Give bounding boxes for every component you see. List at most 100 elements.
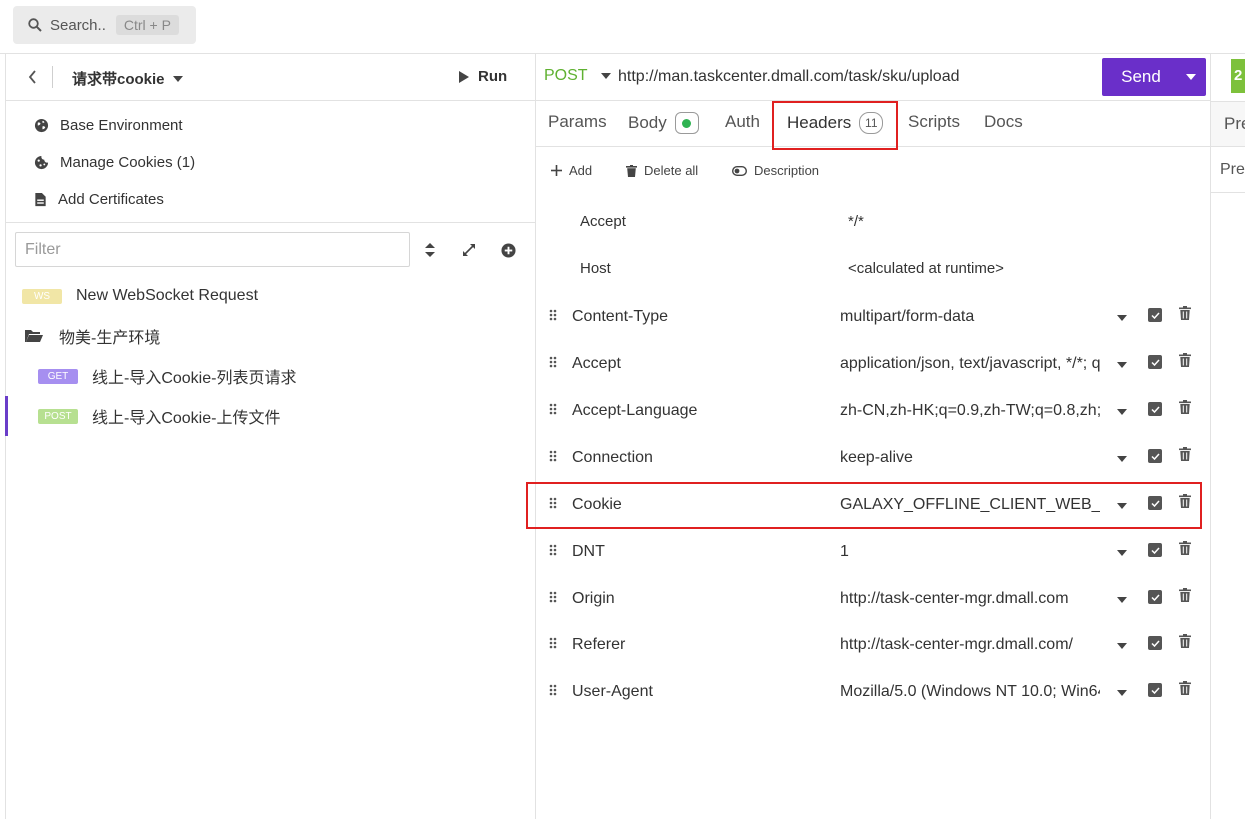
trash-icon[interactable] — [1179, 588, 1191, 602]
trash-icon[interactable] — [1179, 681, 1191, 695]
enable-checkbox[interactable] — [1148, 590, 1162, 604]
trash-icon[interactable] — [1179, 634, 1191, 648]
tab-params-label: Params — [548, 112, 607, 131]
get-request-item[interactable]: GET 线上-导入Cookie-列表页请求 — [6, 356, 535, 396]
active-indicator — [5, 396, 8, 436]
drag-handle-icon[interactable] — [549, 544, 557, 556]
header-value-input[interactable]: zh-CN,zh-HK;q=0.9,zh-TW;q=0.8,zh;q=0.7 — [840, 402, 1100, 420]
header-name-input[interactable]: Origin — [572, 590, 615, 608]
chevron-down-icon[interactable] — [1117, 597, 1127, 603]
global-search-button[interactable]: Search.. Ctrl + P — [13, 6, 196, 44]
description-toggle[interactable]: Description — [732, 163, 819, 178]
add-certificates-item[interactable]: Add Certificates — [34, 188, 164, 210]
search-label: Search.. — [50, 16, 106, 34]
header-value-input[interactable]: multipart/form-data — [840, 308, 1100, 326]
expand-icon[interactable] — [460, 241, 478, 259]
tab-auth[interactable]: Auth — [725, 112, 760, 132]
check-icon — [1150, 358, 1160, 366]
readonly-header-row: Host <calculated at runtime> — [536, 246, 1210, 293]
tab-scripts[interactable]: Scripts — [908, 112, 960, 132]
enable-checkbox[interactable] — [1148, 449, 1162, 463]
tab-preview[interactable]: Pre — [1211, 101, 1245, 147]
header-row: Accept-Language zh-CN,zh-HK;q=0.9,zh-TW;… — [536, 389, 1210, 436]
check-icon — [1150, 593, 1160, 601]
enable-checkbox[interactable] — [1148, 636, 1162, 650]
header-name-input[interactable]: Content-Type — [572, 308, 668, 326]
drag-handle-icon[interactable] — [549, 309, 557, 321]
header-name-input[interactable]: User-Agent — [572, 683, 653, 701]
chevron-down-icon[interactable] — [1117, 690, 1127, 696]
trash-icon[interactable] — [1179, 306, 1191, 320]
chevron-down-icon[interactable] — [1117, 456, 1127, 462]
enable-checkbox[interactable] — [1148, 683, 1162, 697]
drag-handle-icon[interactable] — [549, 591, 557, 603]
back-button[interactable] — [24, 68, 40, 86]
drag-handle-icon[interactable] — [549, 684, 557, 696]
manage-cookies-label: Manage Cookies (1) — [60, 153, 196, 171]
add-circle-icon[interactable] — [499, 241, 517, 259]
header-name-input[interactable]: Accept-Language — [572, 402, 697, 420]
enable-checkbox[interactable] — [1148, 355, 1162, 369]
folder-item[interactable]: 物美-生产环境 — [6, 316, 535, 356]
tab-params[interactable]: Params — [548, 112, 607, 132]
chevron-down-icon[interactable] — [1117, 409, 1127, 415]
cookie-icon — [34, 155, 49, 169]
filter-input[interactable] — [15, 232, 410, 267]
header-name-input[interactable]: Referer — [572, 636, 625, 654]
add-certificates-label: Add Certificates — [58, 190, 164, 208]
url-bar: POST http://man.taskcenter.dmall.com/tas… — [536, 54, 1210, 101]
websocket-request-label: New WebSocket Request — [76, 287, 259, 304]
tab-docs[interactable]: Docs — [984, 112, 1023, 132]
header-name-input[interactable]: Accept — [572, 355, 621, 373]
trash-icon[interactable] — [1179, 447, 1191, 461]
chevron-down-icon[interactable] — [1117, 643, 1127, 649]
run-button[interactable]: Run — [458, 68, 507, 85]
header-value-input[interactable]: 1 — [840, 543, 1100, 561]
trash-icon — [626, 164, 637, 177]
header-value-input[interactable]: http://task-center-mgr.dmall.com — [840, 590, 1100, 608]
websocket-request-item[interactable]: WS New WebSocket Request — [6, 276, 535, 316]
folder-open-icon — [25, 330, 43, 342]
header-name-input[interactable]: DNT — [572, 543, 605, 561]
manage-cookies-item[interactable]: Manage Cookies (1) — [34, 151, 195, 173]
header-value-input[interactable]: http://task-center-mgr.dmall.com/ — [840, 636, 1100, 654]
drag-handle-icon[interactable] — [549, 450, 557, 462]
enable-checkbox[interactable] — [1148, 402, 1162, 416]
delete-all-button[interactable]: Delete all — [626, 163, 698, 178]
tab-body[interactable]: Body — [628, 112, 699, 134]
search-shortcut: Ctrl + P — [115, 15, 179, 35]
enable-checkbox[interactable] — [1148, 308, 1162, 322]
chevron-down-icon[interactable] — [1117, 315, 1127, 321]
drag-handle-icon[interactable] — [549, 356, 557, 368]
enable-checkbox[interactable] — [1148, 543, 1162, 557]
delete-all-label: Delete all — [644, 163, 699, 178]
url-input[interactable]: http://man.taskcenter.dmall.com/task/sku… — [618, 68, 960, 86]
header-value-input[interactable]: application/json, text/javascript, */*; … — [840, 355, 1100, 373]
drag-handle-icon[interactable] — [549, 637, 557, 649]
check-icon — [1150, 686, 1160, 694]
header-actions: Add Delete all Description — [536, 148, 1210, 192]
trash-icon[interactable] — [1179, 400, 1191, 414]
collection-dropdown[interactable]: 请求带cookie — [72, 68, 183, 89]
trash-icon[interactable] — [1179, 353, 1191, 367]
header-value-input[interactable]: keep-alive — [840, 449, 1100, 467]
play-icon — [459, 70, 469, 83]
header-row: Connection keep-alive — [536, 436, 1210, 483]
base-environment-item[interactable]: Base Environment — [34, 114, 183, 136]
chevron-down-icon[interactable] — [1117, 362, 1127, 368]
collection-name: 请求带cookie — [72, 71, 165, 88]
method-dropdown[interactable]: POST — [544, 67, 611, 85]
post-request-item[interactable]: POST 线上-导入Cookie-上传文件 — [5, 396, 535, 436]
sort-icon[interactable] — [421, 241, 439, 259]
header-name-input[interactable]: Connection — [572, 449, 653, 467]
chevron-down-icon[interactable] — [1117, 550, 1127, 556]
preview-mode-dropdown[interactable]: Pre — [1211, 147, 1245, 193]
header-row: Origin http://task-center-mgr.dmall.com — [536, 577, 1210, 624]
drag-handle-icon[interactable] — [549, 403, 557, 415]
send-options-icon[interactable] — [1186, 74, 1196, 80]
check-icon — [1150, 452, 1160, 460]
add-header-button[interactable]: Add — [551, 163, 592, 178]
header-value-input[interactable]: Mozilla/5.0 (Windows NT 10.0; Win64; x64… — [840, 683, 1100, 701]
send-button[interactable]: Send — [1102, 58, 1206, 96]
trash-icon[interactable] — [1179, 541, 1191, 555]
